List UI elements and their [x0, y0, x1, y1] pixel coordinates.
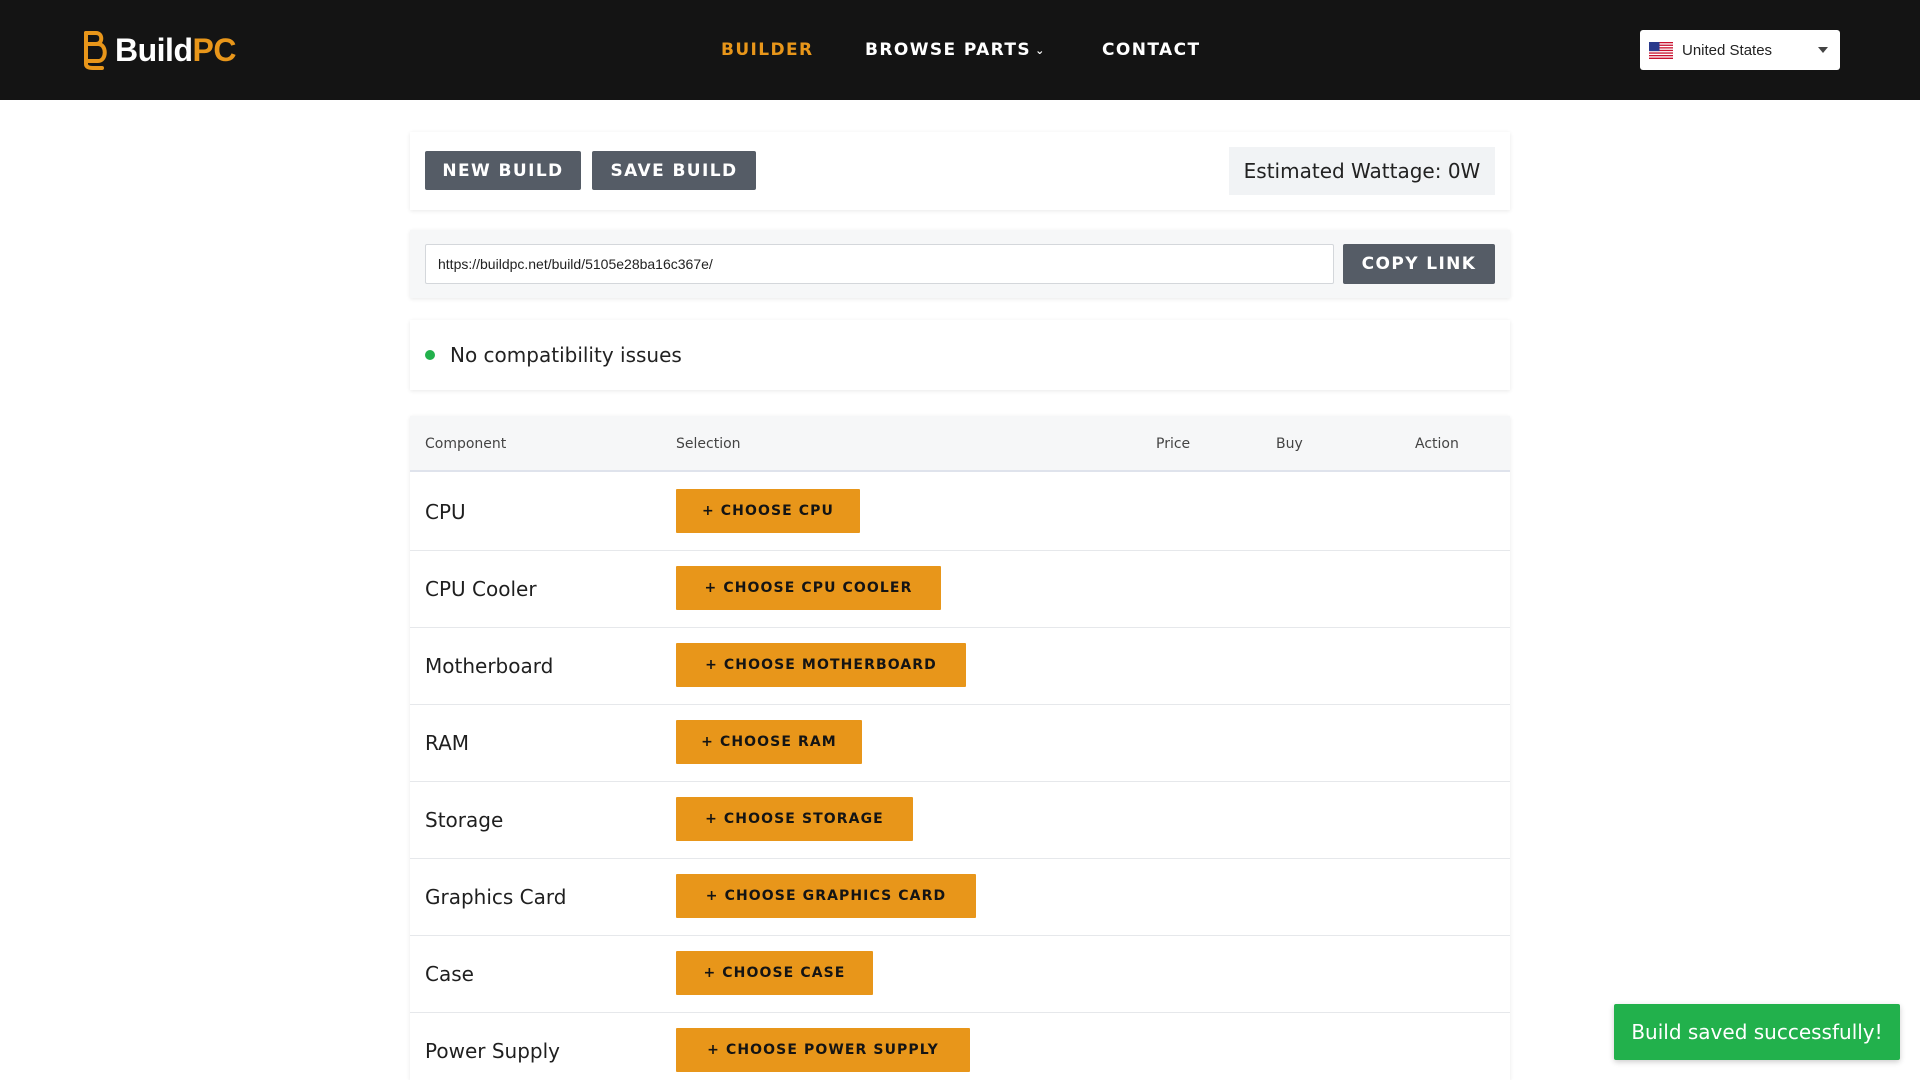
choose-cpu-button[interactable]: + CHOOSE CPU: [676, 489, 860, 533]
caret-down-icon: [1818, 47, 1828, 53]
choose-graphics-card-button[interactable]: + CHOOSE GRAPHICS CARD: [676, 874, 976, 918]
header-buy: Buy: [1276, 436, 1303, 452]
choose-storage-button[interactable]: + CHOOSE STORAGE: [676, 797, 913, 841]
choose-cpu-cooler-button[interactable]: + CHOOSE CPU COOLER: [676, 566, 941, 610]
header-price: Price: [1156, 436, 1191, 452]
component-name: Power Supply: [425, 1039, 560, 1063]
component-name: RAM: [425, 731, 470, 755]
table-row: Power Supply + CHOOSE POWER SUPPLY: [410, 1013, 1510, 1080]
build-url-input[interactable]: [425, 244, 1334, 284]
choose-power-supply-button[interactable]: + CHOOSE POWER SUPPLY: [676, 1028, 970, 1072]
component-name: CPU Cooler: [425, 577, 537, 601]
success-toast: Build saved successfully!: [1614, 1004, 1900, 1060]
nav-contact[interactable]: CONTACT: [1102, 37, 1200, 63]
header-action: Action: [1415, 436, 1459, 452]
header-component: Component: [425, 436, 507, 452]
component-name: Storage: [425, 808, 504, 832]
table-row: CPU Cooler + CHOOSE CPU COOLER: [410, 551, 1510, 628]
logo-text: BuildPC: [115, 32, 236, 68]
table-header: Component Selection Price Buy Action: [410, 416, 1510, 472]
chevron-down-icon: ⌄: [1035, 44, 1046, 57]
choose-motherboard-button[interactable]: + CHOOSE MOTHERBOARD: [676, 643, 966, 687]
table-row: CPU + CHOOSE CPU: [410, 474, 1510, 551]
nav-browse-parts[interactable]: BROWSE PARTS ⌄: [865, 37, 1046, 64]
us-flag-icon: [1649, 41, 1673, 59]
compatibility-panel: No compatibility issues: [410, 320, 1510, 390]
country-name: United States: [1682, 41, 1773, 59]
table-row: Storage + CHOOSE STORAGE: [410, 782, 1510, 859]
choose-ram-button[interactable]: + CHOOSE RAM: [676, 720, 862, 764]
parts-table: Component Selection Price Buy Action CPU…: [410, 416, 1510, 1080]
choose-case-button[interactable]: + CHOOSE CASE: [676, 951, 873, 995]
component-name: Case: [425, 962, 474, 986]
compatibility-message: No compatibility issues: [450, 343, 682, 367]
copy-link-button[interactable]: COPY LINK: [1343, 244, 1495, 284]
build-actions-panel: NEW BUILD SAVE BUILD Estimated Wattage: …: [410, 132, 1510, 210]
save-build-button[interactable]: SAVE BUILD: [592, 151, 756, 190]
table-row: Motherboard + CHOOSE MOTHERBOARD: [410, 628, 1510, 705]
status-dot-icon: [425, 350, 435, 360]
logo-mark-icon: [84, 31, 107, 70]
component-name: Graphics Card: [425, 885, 567, 909]
table-row: RAM + CHOOSE RAM: [410, 705, 1510, 782]
share-link-panel: COPY LINK: [410, 230, 1510, 298]
estimated-wattage: Estimated Wattage: 0W: [1229, 147, 1495, 195]
country-select[interactable]: United States: [1640, 30, 1840, 70]
site-header: BuildPC BUILDER BROWSE PARTS ⌄ CONTACT Un…: [0, 0, 1920, 100]
component-name: Motherboard: [425, 654, 554, 678]
header-selection: Selection: [676, 436, 741, 452]
table-row: Graphics Card + CHOOSE GRAPHICS CARD: [410, 859, 1510, 936]
new-build-button[interactable]: NEW BUILD: [425, 151, 581, 190]
logo[interactable]: BuildPC: [80, 30, 236, 70]
component-name: CPU: [425, 500, 466, 524]
nav-builder[interactable]: BUILDER: [721, 37, 814, 63]
table-row: Case + CHOOSE CASE: [410, 936, 1510, 1013]
nav-browse-parts-label: BROWSE PARTS: [865, 40, 1032, 60]
